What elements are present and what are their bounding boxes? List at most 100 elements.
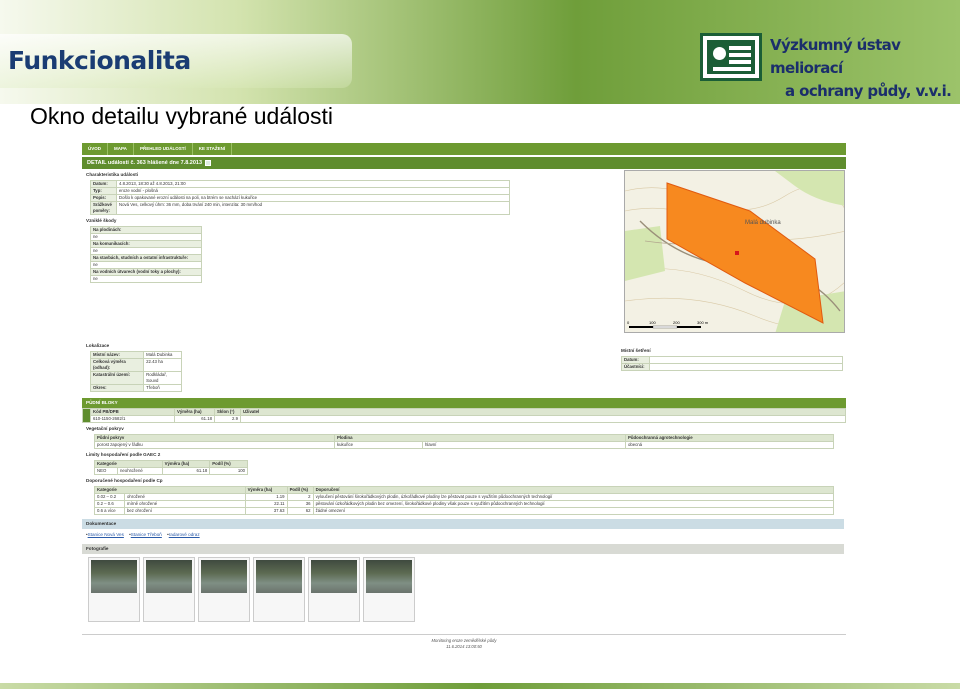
loc-value: Rodkládař, Souvd <box>143 371 182 385</box>
lpis-expand-icon[interactable] <box>82 408 91 423</box>
cp-cell: žádné omezení <box>312 507 835 515</box>
cp-cell: 62 <box>286 507 314 515</box>
cp-cell: 1.19 <box>244 493 288 501</box>
photo-thumb[interactable] <box>363 557 415 622</box>
slide-title: Funkcionalita <box>8 46 191 75</box>
inv-label: Datum: <box>621 356 650 364</box>
damage-value: ne <box>90 233 202 241</box>
characteristics-table: Datum: 4.8.2013, 18:30 až 4.8.2013, 21:00… <box>90 180 510 215</box>
photo-image <box>146 560 192 593</box>
damage-value: ne <box>90 261 202 269</box>
lpis-header: Uživatel <box>240 408 846 416</box>
photo-image <box>366 560 412 593</box>
cp-cell: 36 <box>286 500 314 508</box>
slide-bottom-line <box>0 683 960 689</box>
map-scale-label: 100 <box>649 320 656 325</box>
damage-label: Na komunikacích: <box>90 240 202 248</box>
loc-value: 22.43 ha <box>143 358 182 372</box>
gaec-cell: 100 <box>209 467 248 475</box>
documentation-section: Dokumentace •Stanice Nová Ves •Stanice T… <box>82 519 844 541</box>
app-footer: Monitoring eroze zemědělské půdy 11.6.20… <box>82 634 846 650</box>
cp-cell: 0.6 a více <box>94 507 125 515</box>
gaec-header: Výměra (ha) <box>161 460 211 468</box>
doc-link[interactable]: Stanice Nová Ves <box>88 532 124 537</box>
char-value: eroze vodní - plošná <box>116 187 510 195</box>
detail-header-text: DETAIL události č. 363 hlášené dne 7.8.2… <box>87 160 203 166</box>
damage-value: ne <box>90 247 202 255</box>
char-label: Popis: <box>90 194 117 202</box>
gaec-cell: NEO <box>93 467 119 475</box>
cp-cell: 2 <box>286 493 314 501</box>
nav-download[interactable]: KE STAŽENÍ <box>193 143 233 155</box>
photo-thumb[interactable] <box>308 557 360 622</box>
doc-link[interactable]: radarové odraz <box>169 532 200 537</box>
nav-map[interactable]: MAPA <box>108 143 134 155</box>
cp-header: Výměra (ha) <box>244 486 288 494</box>
photo-thumb[interactable] <box>198 557 250 622</box>
veg-cell: kukuřice <box>334 441 423 449</box>
char-value: 4.8.2013, 18:30 až 4.8.2013, 21:00 <box>116 180 510 188</box>
gaec-header: Podíl (%) <box>209 460 248 468</box>
main-nav: ÚVOD MAPA PŘEHLED UDÁLOSTÍ KE STAŽENÍ <box>82 143 846 155</box>
char-label: Datum: <box>90 180 117 188</box>
map-scale-label: 300 m <box>697 320 709 325</box>
cp-cell: 0.02 – 0.2 <box>94 493 125 501</box>
photo-image <box>201 560 247 593</box>
nav-events[interactable]: PŘEHLED UDÁLOSTÍ <box>134 143 193 155</box>
cp-table: Kategorie Výměra (ha) Podíl (%) Doporuče… <box>94 486 835 515</box>
loc-label: Katastrální území: <box>89 371 145 385</box>
cp-header: Podíl (%) <box>286 486 314 494</box>
photo-thumb[interactable] <box>88 557 140 622</box>
damage-value: ne <box>90 275 202 283</box>
institute-name: Výzkumný ústav meliorací a ochrany půdy,… <box>770 34 960 103</box>
char-value: Nová Ves, celkový úhrn: 36 mm, doba trvá… <box>116 201 510 215</box>
lpis-cell <box>240 415 846 423</box>
gaec-header: Kategorie <box>94 460 163 468</box>
photo-thumb[interactable] <box>253 557 305 622</box>
char-label: Srážkové poměry: <box>90 201 117 215</box>
photo-thumb[interactable] <box>143 557 195 622</box>
lpis-header: Sklon (°) <box>214 408 241 416</box>
gaec-table: Kategorie Výměra (ha) Podíl (%) NEO neoh… <box>93 460 248 475</box>
damage-label: Na vodních útvarech (vodní toky a plochy… <box>90 268 202 276</box>
damages-table: Na plodinách: ne Na komunikacích: ne Na … <box>90 226 202 283</box>
vegetation-table: Půdní pokryv Plodina Půdoochranná agrote… <box>94 434 835 449</box>
cp-cell: vyloučení pěstování širokořádkových plod… <box>312 493 835 501</box>
detail-header: DETAIL události č. 363 hlášené dne 7.8.2… <box>82 157 846 169</box>
edit-icon[interactable] <box>205 160 212 166</box>
app-screenshot: ÚVOD MAPA PŘEHLED UDÁLOSTÍ KE STAŽENÍ DE… <box>82 143 846 651</box>
char-label: Typ: <box>90 187 117 195</box>
lpis-cell: 61.18 <box>174 415 215 423</box>
event-map[interactable]: Malá dubinka 0 100 200 300 m <box>624 170 845 333</box>
photos-section: Fotografie <box>82 544 844 554</box>
loc-label: Celková výměra (odhad): <box>89 358 145 372</box>
footer-line2: 11.6.2014 13:00:50 <box>446 644 482 649</box>
damage-label: Na stavbách, studních a ostatní infrastr… <box>90 254 202 262</box>
lpis-header: Kód PB/DPB <box>90 408 175 416</box>
cp-cell: 37.63 <box>244 507 288 515</box>
char-value: Došlo k opakované erozní události na pol… <box>116 194 510 202</box>
lpis-cell: 610-1150-2682/1 <box>90 415 175 423</box>
nav-home[interactable]: ÚVOD <box>82 143 109 155</box>
cp-title: Doporučené hospodaření podle Cp <box>86 478 163 483</box>
documentation-bar: Dokumentace <box>82 519 844 529</box>
lpis-cell: 2.9 <box>214 415 241 423</box>
map-place-label: Malá dubinka <box>745 220 781 226</box>
loc-value: Třeboň <box>143 384 182 392</box>
veg-header: Plodina <box>334 434 626 442</box>
cp-cell: mírně ohrožené <box>124 500 246 508</box>
loc-value: Malá Dubinka <box>143 351 182 359</box>
veg-cell: hlavní <box>422 441 626 449</box>
documentation-links: •Stanice Nová Ves •Stanice Třeboň •radar… <box>82 529 844 541</box>
photo-image <box>91 560 137 593</box>
photo-gallery <box>88 557 415 622</box>
doc-link[interactable]: Stanice Třeboň <box>131 532 162 537</box>
lpis-bar: PŮDNÍ BLOKY <box>82 398 846 408</box>
veg-header: Půdoochranná agrotechnologie <box>624 434 835 442</box>
gaec-cell: neohrožené <box>117 467 163 475</box>
investigation-title: Místní šetření <box>621 348 651 353</box>
veg-header: Půdní pokryv <box>94 434 335 442</box>
localization-table: Místní název: Malá Dubinka Celková výměra… <box>89 351 182 392</box>
photo-image <box>256 560 302 593</box>
cp-cell: ohrožené <box>124 493 246 501</box>
